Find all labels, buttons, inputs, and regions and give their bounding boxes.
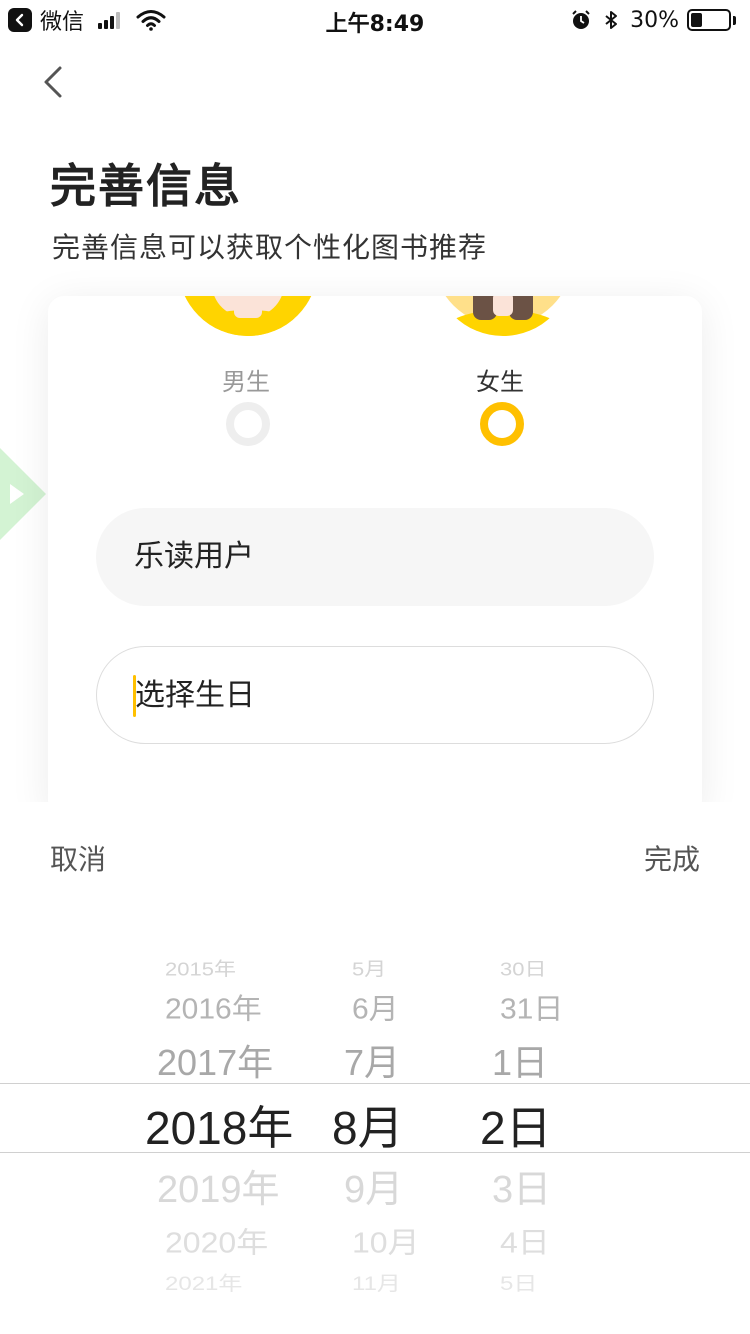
month-item[interactable]: 9月 [344,1158,403,1213]
gender-female-radio[interactable] [480,402,524,446]
year-item[interactable]: 2016年 [165,985,262,1027]
birthday-input[interactable]: 选择生日 [96,646,654,744]
battery-tip [733,15,736,25]
day-item[interactable]: 31日 [500,985,563,1027]
date-picker-sheet: 取消 完成 2015年 2016年 2017年 2018年 2019年 2020年 2021… [0,802,750,1334]
year-item[interactable]: 2021年 [165,1268,242,1296]
picker-cancel-button[interactable]: 取消 [50,838,106,878]
day-item-selected[interactable]: 2日 [480,1092,552,1158]
year-item-selected[interactable]: 2018年 [145,1092,293,1158]
day-item[interactable]: 5日 [500,1268,537,1296]
side-play-tab-icon[interactable] [0,448,46,540]
text-caret [133,675,136,717]
bluetooth-icon [605,11,618,29]
profile-card: 男生 女生 乐读用户 选择生日 [48,296,702,816]
battery-icon [687,9,731,31]
female-avatar-image[interactable] [433,296,573,336]
year-item[interactable]: 2017年 [157,1034,273,1086]
status-bar: 微信 上午8:49 30% [0,0,750,40]
alarm-icon [572,10,590,29]
year-item[interactable]: 2019年 [157,1158,280,1213]
day-item[interactable]: 3日 [492,1158,551,1213]
year-item[interactable]: 2020年 [165,1220,268,1261]
month-item-selected[interactable]: 8月 [332,1092,404,1158]
nickname-input[interactable]: 乐读用户 [96,508,654,606]
month-item[interactable]: 11月 [352,1268,401,1296]
month-item[interactable]: 5月 [352,954,386,981]
gender-male-radio[interactable] [226,402,270,446]
male-avatar-image[interactable] [178,296,318,336]
day-item[interactable]: 1日 [492,1034,548,1086]
year-item[interactable]: 2015年 [165,954,236,981]
day-item[interactable]: 30日 [500,954,546,981]
month-item[interactable]: 6月 [352,985,399,1027]
gender-male-label[interactable]: 男生 [222,362,270,397]
month-item[interactable]: 7月 [344,1034,400,1086]
nickname-value: 乐读用户 [134,539,254,574]
picker-done-button[interactable]: 完成 [644,838,700,878]
battery-percent: 30% [630,7,679,33]
month-item[interactable]: 10月 [352,1220,420,1261]
page-title: 完善信息 [50,159,242,213]
gender-female-label[interactable]: 女生 [476,362,524,397]
birthday-placeholder: 选择生日 [135,678,255,713]
day-item[interactable]: 4日 [500,1220,550,1261]
page-subtitle: 完善信息可以获取个性化图书推荐 [52,231,488,264]
back-chevron-icon[interactable] [36,62,76,102]
